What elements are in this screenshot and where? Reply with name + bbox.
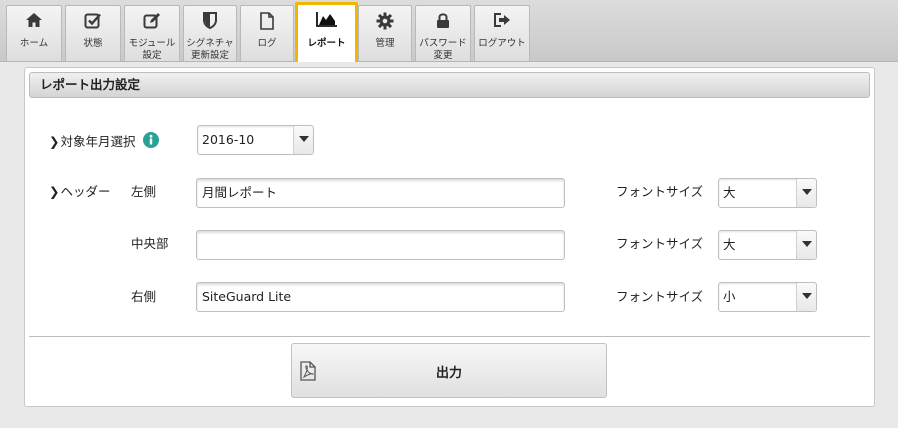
header-left-font-size-select[interactable]: 大 xyxy=(718,178,817,208)
chevron-down-icon[interactable] xyxy=(796,283,816,311)
nav-signature-settings-label: シグネチャ 更新設定 xyxy=(186,38,234,61)
chevron-right-icon: ❯ xyxy=(49,134,60,149)
nav-module-settings[interactable]: モジュール 設定 xyxy=(124,5,180,61)
report-settings-panel: レポート出力設定 ❯対象年月選択 2016-10 ❯ヘッダー 左側 月間レポート… xyxy=(24,67,875,407)
header-center-font-size-select[interactable]: 大 xyxy=(718,230,817,260)
header-center-input[interactable] xyxy=(196,230,565,260)
header-center-font-size-value: 大 xyxy=(723,237,736,252)
home-icon xyxy=(7,12,61,30)
nav-log-label: ログ xyxy=(257,38,277,49)
gear-icon xyxy=(359,12,411,30)
lock-icon xyxy=(416,12,470,30)
info-icon[interactable] xyxy=(143,132,159,152)
nav-home[interactable]: ホーム xyxy=(6,5,62,61)
nav-status[interactable]: 状態 xyxy=(65,5,121,61)
header-section-label: ❯ヘッダー xyxy=(49,184,111,200)
header-left-font-size-value: 大 xyxy=(723,185,736,200)
header-left-label: 左側 xyxy=(131,184,157,199)
header-right-input[interactable]: SiteGuard Lite xyxy=(196,282,565,312)
nav-report[interactable]: レポート xyxy=(295,2,358,62)
target-month-value: 2016-10 xyxy=(202,132,255,147)
shield-icon xyxy=(184,12,236,30)
panel-title: レポート出力設定 xyxy=(29,72,870,98)
header-right-font-size-value: 小 xyxy=(723,289,736,304)
document-icon xyxy=(241,12,293,30)
header-center-font-size-label: フォントサイズ xyxy=(616,236,704,251)
nav-logout[interactable]: ログアウト xyxy=(474,5,530,61)
chevron-down-icon[interactable] xyxy=(796,231,816,259)
nav-home-label: ホーム xyxy=(19,38,49,49)
nav-logout-label: ログアウト xyxy=(478,38,526,49)
nav-status-label: 状態 xyxy=(83,38,103,49)
header-right-label: 右側 xyxy=(131,289,157,304)
checkbox-icon xyxy=(66,12,120,30)
nav-module-settings-label: モジュール 設定 xyxy=(128,38,176,61)
chevron-down-icon[interactable] xyxy=(293,126,313,154)
header-left-font-size-label: フォントサイズ xyxy=(616,184,704,199)
export-button[interactable]: 出力 xyxy=(291,343,607,398)
nav-change-password[interactable]: パスワード 変更 xyxy=(415,5,471,61)
header-section-label-text: ヘッダー xyxy=(60,184,111,199)
nav-admin[interactable]: 管理 xyxy=(358,5,412,61)
logout-icon xyxy=(475,12,529,30)
top-nav: ホーム 状態 モジュール 設定 シグネチャ 更新設定 ログ レポート 管理 パス… xyxy=(0,0,898,62)
nav-change-password-label: パスワード 変更 xyxy=(419,38,467,61)
area-chart-icon xyxy=(298,11,355,29)
nav-report-label: レポート xyxy=(307,38,346,49)
nav-signature-settings[interactable]: シグネチャ 更新設定 xyxy=(183,5,237,61)
edit-icon xyxy=(125,12,179,30)
target-month-label-text: 対象年月選択 xyxy=(60,134,136,149)
chevron-down-icon[interactable] xyxy=(796,179,816,207)
nav-log[interactable]: ログ xyxy=(240,5,294,61)
nav-admin-label: 管理 xyxy=(375,38,395,49)
header-center-label: 中央部 xyxy=(131,236,169,251)
header-left-input[interactable]: 月間レポート xyxy=(196,178,565,208)
divider xyxy=(29,336,870,337)
export-button-label: 出力 xyxy=(435,366,462,381)
header-right-font-size-select[interactable]: 小 xyxy=(718,282,817,312)
target-month-select[interactable]: 2016-10 xyxy=(197,125,314,155)
chevron-right-icon: ❯ xyxy=(49,184,60,199)
target-month-label: ❯対象年月選択 xyxy=(49,134,136,150)
header-right-font-size-label: フォントサイズ xyxy=(616,289,704,304)
